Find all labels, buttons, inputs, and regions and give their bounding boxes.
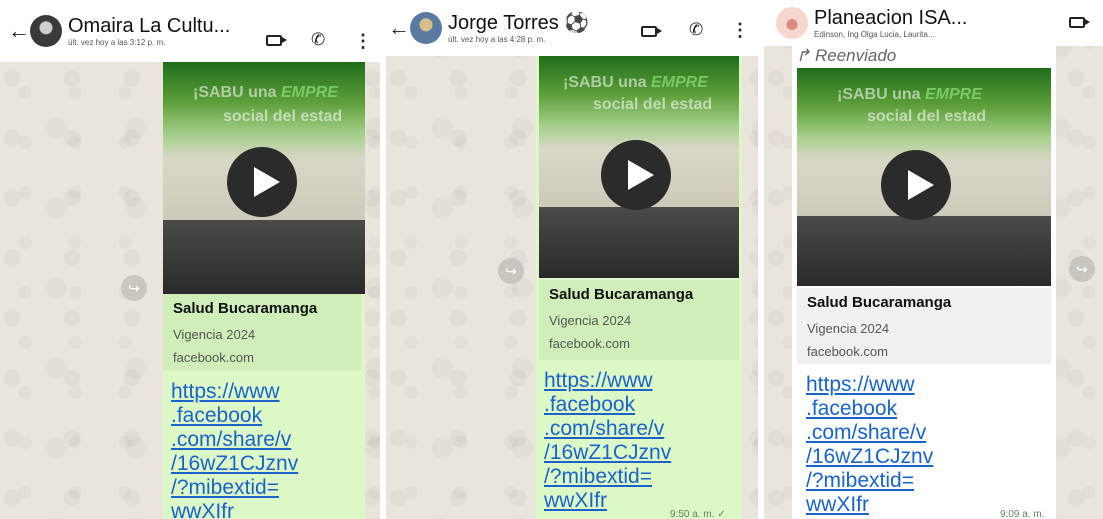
- chat-panel-jorge: ← Jorge Torres ⚽ últ. vez hoy a las 4:28…: [386, 0, 758, 519]
- contact-name: Jorge Torres ⚽: [448, 12, 590, 34]
- thumbnail-overlay-text: ¡SABU una EMPRE: [837, 86, 982, 103]
- forward-icon[interactable]: ↪: [121, 275, 147, 301]
- thumbnail-overlay-text: ¡SABU una EMPRE: [563, 74, 708, 91]
- group-info[interactable]: Planeacion ISA... Edinson, Ing Olga Luci…: [814, 7, 1044, 39]
- phone-icon[interactable]: ✆: [311, 31, 325, 48]
- last-seen-status: últ. vez hoy a las 4:28 p. m.: [448, 35, 546, 44]
- preview-domain: facebook.com: [173, 350, 254, 365]
- back-arrow-icon[interactable]: ←: [388, 15, 410, 41]
- group-name: Planeacion ISA...: [814, 7, 968, 29]
- chat-header: ← Omaira La Cultu... últ. vez hoy a las …: [0, 0, 380, 62]
- last-seen-status: últ. vez hoy a las 3:12 p. m.: [68, 38, 166, 47]
- contact-info[interactable]: Omaira La Cultu... últ. vez hoy a las 3:…: [68, 15, 248, 47]
- preview-title: Salud Bucaramanga: [173, 300, 318, 317]
- message-bubble[interactable]: ¡SABU una EMPRE social del estad Salud B…: [163, 62, 365, 519]
- preview-title: Salud Bucaramanga: [549, 286, 694, 303]
- preview-title: Salud Bucaramanga: [807, 294, 952, 311]
- play-icon[interactable]: [227, 147, 297, 217]
- contact-info[interactable]: Jorge Torres ⚽ últ. vez hoy a las 4:28 p…: [448, 12, 638, 44]
- forwarded-label: ↱ Reenviado: [796, 46, 897, 65]
- avatar[interactable]: [410, 12, 442, 44]
- preview-description: Vigencia 2024: [807, 321, 890, 336]
- play-icon[interactable]: [881, 150, 951, 220]
- preview-description: Vigencia 2024: [549, 313, 632, 328]
- link-preview-card[interactable]: Salud Bucaramanga Vigencia 2024 facebook…: [539, 280, 739, 360]
- forward-icon[interactable]: ↪: [498, 258, 524, 284]
- back-arrow-icon[interactable]: ←: [8, 18, 30, 44]
- chat-panel-omaira: ← Omaira La Cultu... últ. vez hoy a las …: [0, 0, 380, 519]
- chat-header: ← Jorge Torres ⚽ últ. vez hoy a las 4:28…: [386, 0, 758, 56]
- video-call-icon[interactable]: [266, 35, 287, 46]
- contact-name: Omaira La Cultu...: [68, 15, 231, 37]
- menu-icon[interactable]: ⋮: [731, 21, 749, 39]
- message-bubble[interactable]: ↱ Reenviado ¡SABU una EMPRE social del e…: [792, 46, 1056, 519]
- video-thumbnail[interactable]: ¡SABU una EMPRE social del estad: [163, 62, 365, 294]
- message-link[interactable]: https://www .facebook .com/share/v /16wZ…: [171, 380, 298, 519]
- message-bubble[interactable]: ¡SABU una EMPRE social del estad Salud B…: [536, 56, 742, 519]
- avatar[interactable]: [30, 15, 62, 47]
- preview-domain: facebook.com: [807, 344, 888, 359]
- video-call-icon[interactable]: [1069, 17, 1090, 28]
- chat-panel-planeacion: Planeacion ISA... Edinson, Ing Olga Luci…: [764, 0, 1103, 519]
- thumbnail-overlay-subtext: social del estad: [867, 108, 987, 125]
- group-members: Edinson, Ing Olga Lucia, Laurita...: [814, 30, 935, 39]
- message-link[interactable]: https://www .facebook .com/share/v /16wZ…: [806, 373, 933, 517]
- preview-description: Vigencia 2024: [173, 327, 256, 342]
- forward-icon[interactable]: ↪: [1069, 256, 1095, 282]
- phone-icon[interactable]: ✆: [689, 21, 703, 38]
- thumbnail-overlay-subtext: social del estad: [593, 96, 713, 113]
- thumbnail-floor: [163, 219, 365, 294]
- screenshot-collage: ← Omaira La Cultu... últ. vez hoy a las …: [0, 0, 1103, 519]
- message-timestamp: 9:50 a. m. ✓: [670, 509, 726, 519]
- link-preview-card[interactable]: Salud Bucaramanga Vigencia 2024 facebook…: [797, 288, 1051, 364]
- thumbnail-overlay-subtext: social del estad: [223, 108, 343, 125]
- video-call-icon[interactable]: [641, 26, 662, 37]
- thumbnail-floor: [797, 216, 1051, 286]
- group-avatar[interactable]: [776, 7, 808, 39]
- link-preview-card[interactable]: Salud Bucaramanga Vigencia 2024 facebook…: [163, 294, 361, 370]
- menu-icon[interactable]: ⋮: [354, 32, 372, 50]
- play-icon[interactable]: [601, 140, 671, 210]
- thumbnail-floor: [539, 206, 739, 278]
- preview-domain: facebook.com: [549, 336, 630, 351]
- chat-header: Planeacion ISA... Edinson, Ing Olga Luci…: [764, 0, 1103, 46]
- video-thumbnail[interactable]: ¡SABU una EMPRE social del estad: [539, 56, 739, 278]
- message-link[interactable]: https://www .facebook .com/share/v /16wZ…: [544, 369, 671, 513]
- message-timestamp: 9:09 a. m.: [1000, 509, 1045, 519]
- video-thumbnail[interactable]: ¡SABU una EMPRE social del estad: [797, 68, 1051, 286]
- thumbnail-overlay-text: ¡SABU una EMPRE: [193, 84, 338, 101]
